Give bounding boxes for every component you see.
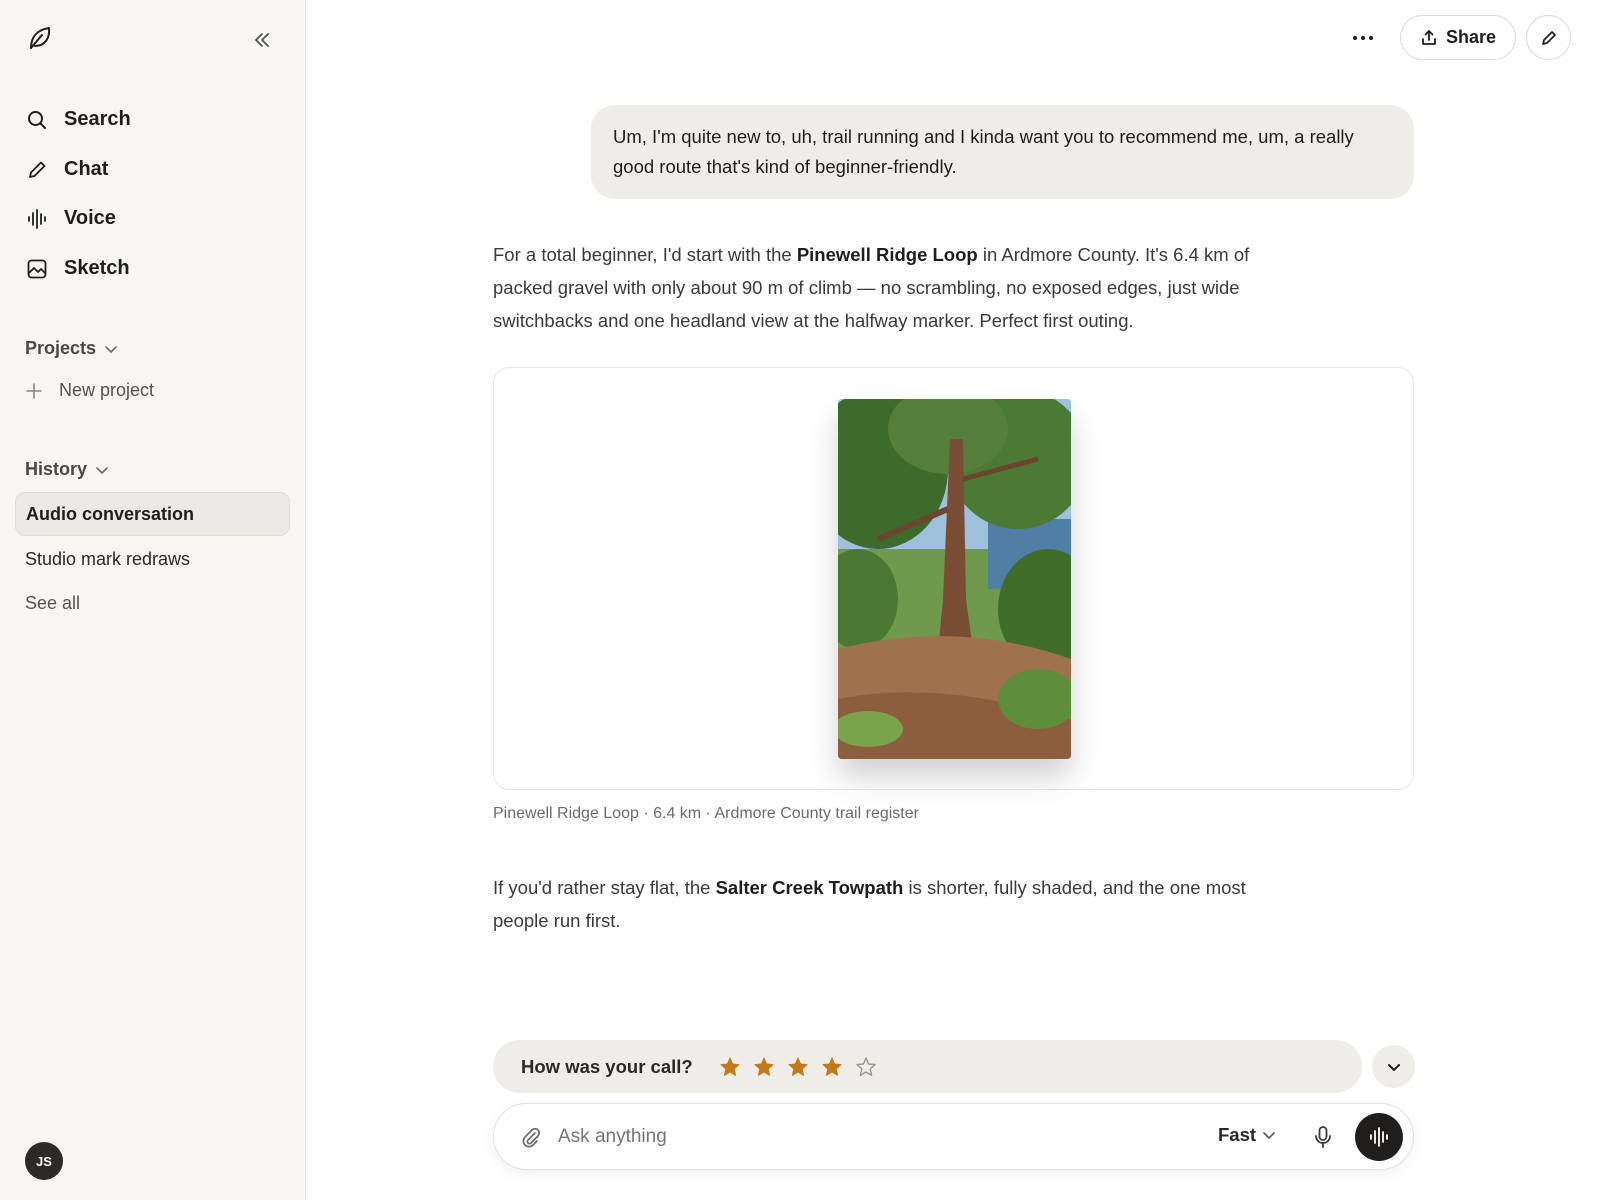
nav-search[interactable]: Search — [26, 108, 131, 131]
history-item-label: Studio mark redraws — [25, 548, 191, 569]
chevron-down-icon — [1387, 1063, 1400, 1071]
feedback-label: How was your call? — [521, 1055, 693, 1077]
avatar-initials: JS — [36, 1153, 52, 1169]
more-horizontal-icon — [1353, 36, 1373, 40]
more-options-button[interactable] — [1352, 24, 1386, 52]
model-mode-dropdown[interactable]: Fast — [1218, 1124, 1276, 1146]
nav-voice-label: Voice — [64, 207, 116, 229]
leaf-logo-icon[interactable] — [26, 24, 54, 52]
history-item-label: Audio conversation — [26, 503, 195, 524]
history-section-toggle[interactable]: History — [25, 459, 109, 480]
trail-photo-illustration — [838, 399, 1071, 759]
projects-section-toggle[interactable]: Projects — [25, 338, 118, 359]
waveform-icon — [28, 208, 46, 229]
star-filled-icon[interactable] — [787, 1056, 809, 1078]
pencil-icon — [29, 161, 46, 178]
history-title: History — [25, 459, 88, 479]
plus-icon — [26, 382, 42, 399]
share-upload-icon — [1422, 29, 1436, 45]
star-empty-icon[interactable] — [855, 1056, 877, 1078]
star-filled-icon[interactable] — [753, 1056, 775, 1078]
nav-chat[interactable]: Chat — [26, 158, 108, 181]
answer-2-route-name: Salter Creek Towpath — [715, 877, 904, 898]
history-item-studio-mark-redraws[interactable]: Studio mark redraws — [15, 537, 290, 581]
projects-title: Projects — [25, 338, 97, 358]
star-rating — [719, 1056, 889, 1078]
ask-input[interactable] — [558, 1118, 1118, 1156]
mode-label: Fast — [1218, 1124, 1257, 1145]
nav-sketch[interactable]: Sketch — [26, 257, 130, 280]
nav-search-label: Search — [64, 108, 131, 130]
trail-photo[interactable] — [838, 399, 1071, 759]
waveform-icon — [1370, 1127, 1388, 1147]
call-feedback-bar: How was your call? — [493, 1040, 1362, 1093]
sidebar: Search Chat Voice Sketch Projects New pr… — [0, 0, 306, 1200]
answer-1-pre: For a total beginner, I'd start with the — [493, 244, 797, 265]
new-project-button[interactable]: New project — [25, 380, 154, 401]
see-all-label: See all — [25, 592, 81, 613]
avatar[interactable]: JS — [25, 1142, 63, 1180]
nav-sketch-label: Sketch — [64, 257, 130, 279]
share-label: Share — [1445, 27, 1497, 47]
paperclip-icon[interactable] — [520, 1126, 542, 1148]
feedback-collapse-button[interactable] — [1372, 1045, 1415, 1088]
image-card — [493, 367, 1414, 790]
pencil-icon — [1541, 30, 1556, 45]
voice-mode-button[interactable] — [1355, 1113, 1403, 1161]
share-button[interactable]: Share — [1400, 15, 1516, 60]
star-filled-icon[interactable] — [719, 1056, 741, 1078]
new-project-label: New project — [59, 380, 155, 400]
assistant-paragraph-2: If you'd rather stay flat, the Salter Cr… — [493, 871, 1283, 937]
chevron-down-icon — [105, 345, 117, 353]
answer-2-pre: If you'd rather stay flat, the — [493, 877, 716, 898]
collapse-sidebar-icon[interactable] — [250, 28, 274, 52]
composer: Fast — [493, 1103, 1414, 1170]
chevron-down-icon — [96, 466, 108, 474]
history-item-audio-conversation[interactable]: Audio conversation — [15, 492, 290, 536]
search-icon — [28, 110, 46, 129]
star-filled-icon[interactable] — [821, 1056, 843, 1078]
see-all-history-link[interactable]: See all — [15, 581, 290, 625]
image-icon — [27, 259, 47, 278]
answer-1-route-name: Pinewell Ridge Loop — [796, 244, 978, 265]
nav-voice[interactable]: Voice — [26, 207, 116, 230]
nav-chat-label: Chat — [64, 158, 109, 180]
microphone-icon[interactable] — [1310, 1124, 1336, 1150]
image-caption: Pinewell Ridge Loop · 6.4 km · Ardmore C… — [493, 805, 919, 822]
new-chat-button[interactable] — [1526, 15, 1571, 60]
user-message: Um, I'm quite new to, uh, trail running … — [591, 105, 1414, 199]
assistant-paragraph-1: For a total beginner, I'd start with the… — [493, 238, 1283, 337]
chevron-down-icon — [1263, 1132, 1275, 1140]
